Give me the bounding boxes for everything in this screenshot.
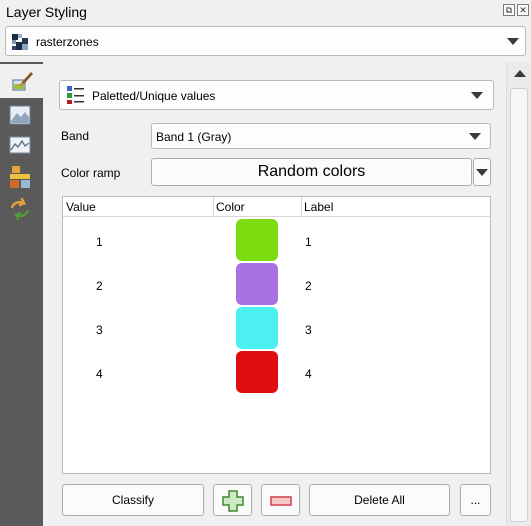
table-row[interactable]: 3 3 bbox=[63, 307, 490, 351]
table-row[interactable]: 4 4 bbox=[63, 351, 490, 395]
sidebar-item-symbology[interactable] bbox=[0, 64, 43, 98]
class-value: 2 bbox=[96, 279, 103, 293]
style-sidebar bbox=[0, 62, 43, 526]
table-row[interactable]: 1 1 bbox=[63, 219, 490, 263]
class-table: Value Color Label 1 1 2 2 3 3 4 4 bbox=[62, 196, 491, 474]
raster-image-icon bbox=[9, 105, 31, 125]
chevron-down-icon bbox=[507, 38, 519, 45]
chevron-down-icon bbox=[471, 92, 483, 99]
table-header: Value Color Label bbox=[63, 197, 490, 217]
color-swatch[interactable] bbox=[236, 307, 278, 349]
scroll-thumb[interactable] bbox=[510, 88, 528, 522]
layer-selector[interactable]: rasterzones bbox=[5, 26, 526, 56]
histogram-icon bbox=[9, 136, 31, 154]
paletted-renderer-icon bbox=[67, 86, 84, 104]
color-ramp-label: Color ramp bbox=[61, 166, 121, 180]
class-label[interactable]: 1 bbox=[305, 235, 312, 249]
scroll-up-icon[interactable] bbox=[514, 70, 526, 77]
chevron-down-icon bbox=[469, 133, 481, 140]
layer-name: rasterzones bbox=[36, 35, 99, 49]
sidebar-item-history[interactable] bbox=[6, 196, 34, 222]
chevron-down-icon bbox=[476, 169, 488, 176]
class-value: 4 bbox=[96, 367, 103, 381]
remove-class-button[interactable] bbox=[261, 484, 300, 516]
panel-title: Layer Styling bbox=[6, 4, 87, 20]
column-header-label[interactable]: Label bbox=[304, 200, 333, 214]
class-label[interactable]: 4 bbox=[305, 367, 312, 381]
class-label[interactable]: 3 bbox=[305, 323, 312, 337]
close-panel-button[interactable]: ✕ bbox=[517, 4, 529, 16]
color-swatch[interactable] bbox=[236, 219, 278, 261]
column-divider bbox=[301, 197, 302, 217]
classify-button[interactable]: Classify bbox=[62, 484, 204, 516]
vertical-scrollbar[interactable] bbox=[506, 62, 531, 526]
class-label[interactable]: 2 bbox=[305, 279, 312, 293]
color-ramp-menu-button[interactable] bbox=[473, 158, 491, 186]
paintbrush-icon bbox=[12, 72, 33, 91]
layers-stack-icon bbox=[10, 166, 30, 188]
float-icon: ⧉ bbox=[505, 5, 513, 15]
column-header-value[interactable]: Value bbox=[66, 200, 96, 214]
class-value: 3 bbox=[96, 323, 103, 337]
more-options-button[interactable]: ... bbox=[460, 484, 491, 516]
sidebar-item-transparency[interactable] bbox=[6, 102, 34, 128]
symbology-panel: Paletted/Unique values Band Band 1 (Gray… bbox=[43, 62, 506, 526]
band-label: Band bbox=[61, 129, 90, 143]
table-row[interactable]: 2 2 bbox=[63, 263, 490, 307]
raster-layer-icon bbox=[12, 34, 28, 50]
column-header-color[interactable]: Color bbox=[216, 200, 245, 214]
class-value: 1 bbox=[96, 235, 103, 249]
sidebar-item-rendering[interactable] bbox=[6, 164, 34, 190]
band-select[interactable]: Band 1 (Gray) bbox=[151, 123, 491, 149]
color-ramp-button[interactable]: Random colors bbox=[151, 158, 472, 186]
plus-icon bbox=[222, 490, 244, 512]
undo-redo-icon bbox=[10, 197, 30, 221]
minus-icon bbox=[270, 496, 292, 506]
sidebar-item-histogram[interactable] bbox=[6, 132, 34, 158]
color-swatch[interactable] bbox=[236, 351, 278, 393]
column-divider bbox=[213, 197, 214, 217]
renderer-type-select[interactable]: Paletted/Unique values bbox=[59, 80, 494, 110]
renderer-type-value: Paletted/Unique values bbox=[92, 89, 216, 103]
close-icon: ✕ bbox=[519, 5, 527, 15]
color-swatch[interactable] bbox=[236, 263, 278, 305]
add-class-button[interactable] bbox=[213, 484, 252, 516]
band-value: Band 1 (Gray) bbox=[156, 130, 232, 144]
float-panel-button[interactable]: ⧉ bbox=[503, 4, 515, 16]
panel-titlebar: Layer Styling ⧉ ✕ bbox=[0, 0, 531, 24]
delete-all-button[interactable]: Delete All bbox=[309, 484, 450, 516]
